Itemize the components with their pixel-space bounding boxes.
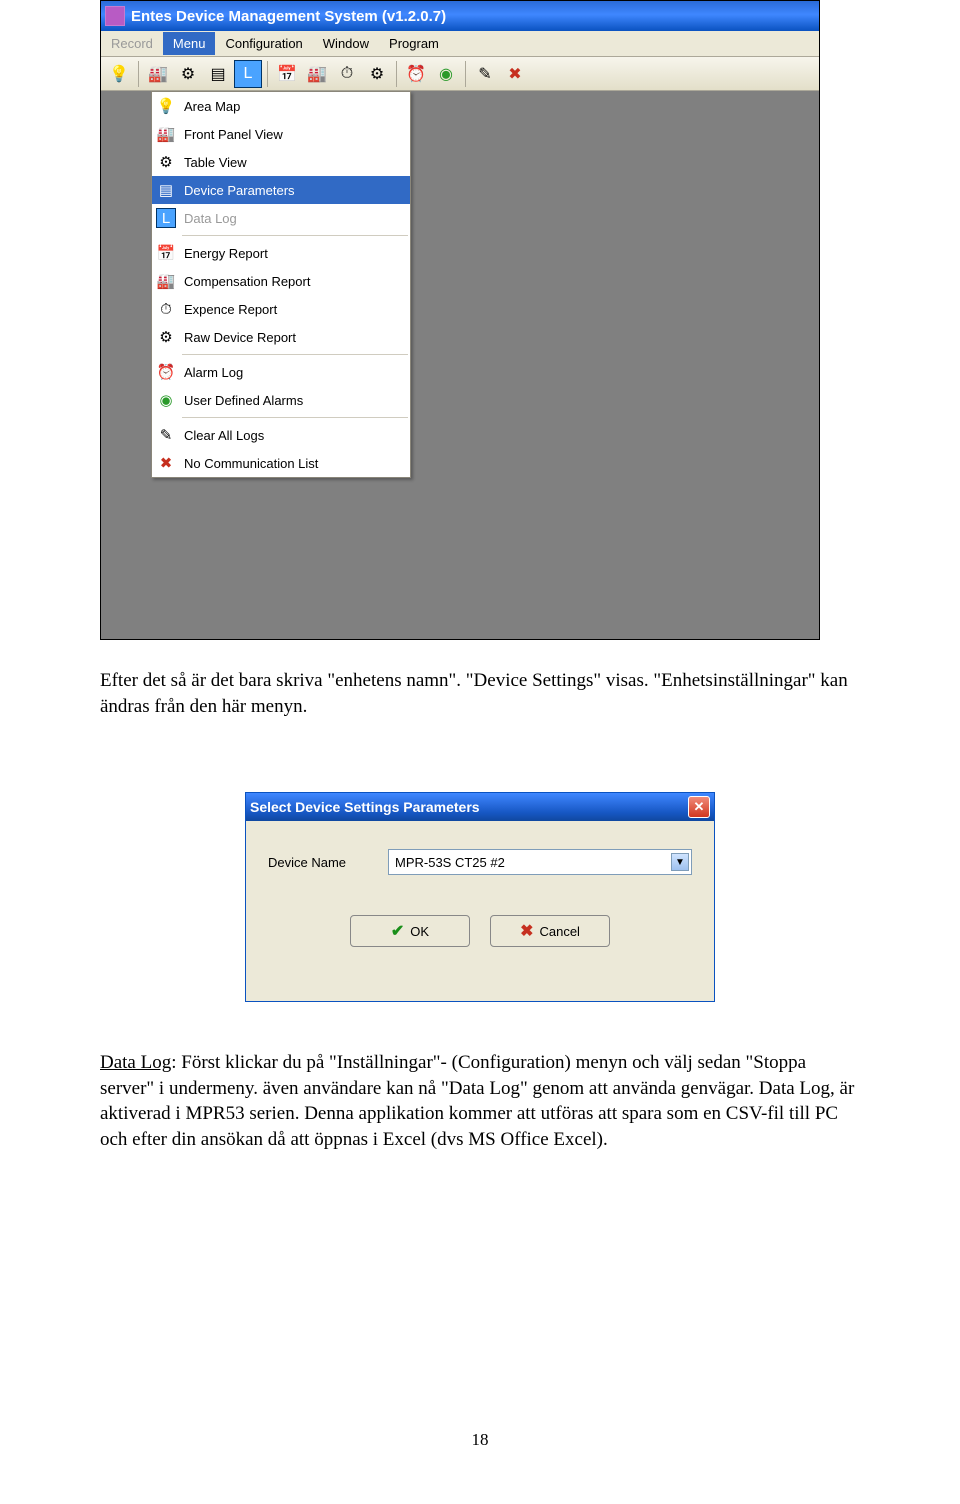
- gear-icon: ⚙: [152, 323, 180, 351]
- toolbar-bulb-icon[interactable]: 💡: [105, 60, 133, 88]
- menu-separator: [182, 235, 408, 236]
- device-name-value: MPR-53S CT25 #2: [395, 855, 505, 870]
- paragraph2-lead: Data Log: [100, 1052, 171, 1073]
- check-icon: ✔: [391, 921, 404, 941]
- toolbar-log-icon[interactable]: L: [234, 60, 262, 88]
- menu-item-label: Compensation Report: [180, 274, 402, 289]
- toolbar-brush-icon[interactable]: ✎: [471, 60, 499, 88]
- close-button[interactable]: ✕: [688, 796, 710, 818]
- menu-item-expence-report[interactable]: ⏱ Expence Report: [152, 295, 410, 323]
- window-title: Entes Device Management System (v1.2.0.7…: [131, 8, 446, 25]
- bulb-icon: 💡: [152, 92, 180, 120]
- cancel-button[interactable]: ✖ Cancel: [490, 915, 610, 947]
- menu-item-label: Area Map: [180, 99, 402, 114]
- paragraph2-body: : Först klickar du på "Inställningar"- (…: [100, 1052, 854, 1150]
- menu-item-device-parameters[interactable]: ▤ Device Parameters: [152, 176, 410, 204]
- menu-item-area-map[interactable]: 💡 Area Map: [152, 92, 410, 120]
- calendar-icon: 📅: [152, 239, 180, 267]
- menu-separator: [182, 354, 408, 355]
- toolbar-clock-icon[interactable]: ⏱: [333, 60, 361, 88]
- close-icon: ✕: [694, 799, 705, 815]
- toolbar-redx-icon[interactable]: ✖: [501, 60, 529, 88]
- menubar-menu[interactable]: Menu: [163, 32, 216, 55]
- toolbar-separator: [396, 61, 397, 87]
- dialog-title: Select Device Settings Parameters: [250, 799, 480, 815]
- menubar-record[interactable]: Record: [101, 32, 163, 55]
- menu-item-label: Energy Report: [180, 246, 402, 261]
- menu-item-label: Clear All Logs: [180, 428, 402, 443]
- menu-separator: [182, 417, 408, 418]
- menu-item-clear-all-logs[interactable]: ✎ Clear All Logs: [152, 421, 410, 449]
- toolbar-green-icon[interactable]: ◉: [432, 60, 460, 88]
- panel-icon: 🏭: [152, 120, 180, 148]
- menu-item-front-panel[interactable]: 🏭 Front Panel View: [152, 120, 410, 148]
- x-icon: ✖: [520, 921, 533, 941]
- green-dot-icon: ◉: [152, 386, 180, 414]
- clock-icon: ⏱: [152, 295, 180, 323]
- menu-item-no-communication-list[interactable]: ✖ No Communication List: [152, 449, 410, 477]
- gear-icon: ⚙: [152, 148, 180, 176]
- menubar: Record Menu Configuration Window Program: [101, 31, 819, 57]
- menu-item-label: Device Parameters: [180, 183, 402, 198]
- cancel-label: Cancel: [539, 924, 579, 939]
- menu-item-table-view[interactable]: ⚙ Table View: [152, 148, 410, 176]
- menu-item-compensation-report[interactable]: 🏭 Compensation Report: [152, 267, 410, 295]
- ok-label: OK: [410, 924, 429, 939]
- toolbar-panel2-icon[interactable]: 🏭: [303, 60, 331, 88]
- dialog-select-device-settings: Select Device Settings Parameters ✕ Devi…: [245, 792, 715, 1002]
- menubar-window[interactable]: Window: [313, 32, 379, 55]
- toolbar-gear-icon[interactable]: ⚙: [174, 60, 202, 88]
- panel-icon: 🏭: [152, 267, 180, 295]
- dialog-titlebar: Select Device Settings Parameters ✕: [246, 793, 714, 821]
- menu-item-energy-report[interactable]: 📅 Energy Report: [152, 239, 410, 267]
- device-name-combo[interactable]: MPR-53S CT25 #2 ▼: [388, 849, 692, 875]
- menu-item-user-defined-alarms[interactable]: ◉ User Defined Alarms: [152, 386, 410, 414]
- menu-dropdown: 💡 Area Map 🏭 Front Panel View ⚙ Table Vi…: [151, 91, 411, 478]
- menu-item-label: Raw Device Report: [180, 330, 402, 345]
- toolbar-params-icon[interactable]: ▤: [204, 60, 232, 88]
- menu-item-label: User Defined Alarms: [180, 393, 402, 408]
- page-number: 18: [0, 1430, 960, 1450]
- menu-item-raw-device-report[interactable]: ⚙ Raw Device Report: [152, 323, 410, 351]
- menubar-configuration[interactable]: Configuration: [215, 32, 312, 55]
- brush-icon: ✎: [152, 421, 180, 449]
- toolbar-separator: [465, 61, 466, 87]
- toolbar-separator: [267, 61, 268, 87]
- menu-item-label: Data Log: [180, 211, 402, 226]
- params-icon: ▤: [152, 176, 180, 204]
- app-window-screenshot: Entes Device Management System (v1.2.0.7…: [100, 0, 820, 640]
- body-paragraph-2: Data Log: Först klickar du på "Inställni…: [100, 1050, 860, 1153]
- menu-item-label: Front Panel View: [180, 127, 402, 142]
- body-paragraph-1: Efter det så är det bara skriva "enheten…: [100, 668, 860, 719]
- chevron-down-icon: ▼: [671, 853, 689, 871]
- menu-item-data-log[interactable]: L Data Log: [152, 204, 410, 232]
- client-area: 💡 Area Map 🏭 Front Panel View ⚙ Table Vi…: [101, 91, 819, 639]
- toolbar-gear2-icon[interactable]: ⚙: [363, 60, 391, 88]
- menu-item-label: Alarm Log: [180, 365, 402, 380]
- app-icon: [105, 6, 125, 26]
- toolbar-calendar-icon[interactable]: 📅: [273, 60, 301, 88]
- menu-item-alarm-log[interactable]: ⏰ Alarm Log: [152, 358, 410, 386]
- toolbar-separator: [138, 61, 139, 87]
- toolbar: 💡 🏭 ⚙ ▤ L 📅 🏭 ⏱ ⚙ ⏰ ◉ ✎ ✖: [101, 57, 819, 91]
- menubar-program[interactable]: Program: [379, 32, 449, 55]
- toolbar-panel-icon[interactable]: 🏭: [144, 60, 172, 88]
- log-icon: L: [156, 208, 176, 228]
- window-titlebar: Entes Device Management System (v1.2.0.7…: [101, 1, 819, 31]
- ok-button[interactable]: ✔ OK: [350, 915, 470, 947]
- alarm-icon: ⏰: [152, 358, 180, 386]
- redx-icon: ✖: [152, 449, 180, 477]
- menu-item-label: Table View: [180, 155, 402, 170]
- toolbar-alarm-icon[interactable]: ⏰: [402, 60, 430, 88]
- device-name-label: Device Name: [268, 855, 378, 870]
- menu-item-label: No Communication List: [180, 456, 402, 471]
- menu-item-label: Expence Report: [180, 302, 402, 317]
